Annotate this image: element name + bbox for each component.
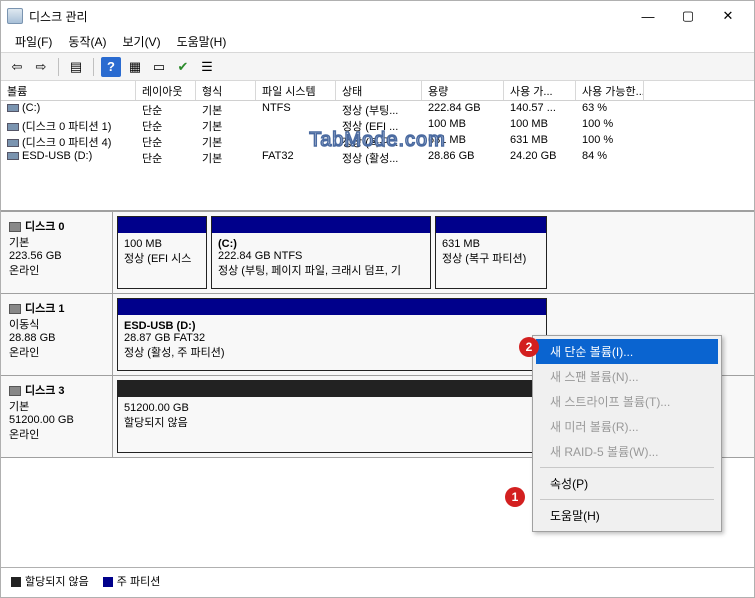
table-view-icon[interactable]: ▦ xyxy=(125,57,145,77)
partition[interactable]: 51200.00 GB할당되지 않음 xyxy=(117,380,547,453)
back-button[interactable]: ⇦ xyxy=(7,57,27,77)
volume-list: 볼륨 레이아웃 형식 파일 시스템 상태 용량 사용 가... 사용 가능한..… xyxy=(1,81,754,211)
context-menu-item: 새 스팬 볼륨(N)... xyxy=(536,364,718,389)
context-menu-item[interactable]: 새 단순 볼륨(I)... xyxy=(536,339,718,364)
title-bar: 디스크 관리 — ▢ ✕ xyxy=(1,1,754,31)
help-icon[interactable]: ? xyxy=(101,57,121,77)
column-headers: 볼륨 레이아웃 형식 파일 시스템 상태 용량 사용 가... 사용 가능한..… xyxy=(1,81,754,101)
legend-primary: 주 파티션 xyxy=(103,573,161,589)
partition[interactable]: 100 MB정상 (EFI 시스 xyxy=(117,216,207,289)
menu-bar: 파일(F) 동작(A) 보기(V) 도움말(H) xyxy=(1,31,754,53)
app-icon xyxy=(7,8,23,24)
toolbar: ⇦ ⇨ ▤ ? ▦ ▭ ✔ ☰ xyxy=(1,53,754,81)
volume-row[interactable]: (C:)단순기본NTFS정상 (부팅...222.84 GB140.57 ...… xyxy=(1,101,754,117)
partition[interactable]: ESD-USB (D:)28.87 GB FAT32정상 (활성, 주 파티션) xyxy=(117,298,547,371)
col-layout[interactable]: 레이아웃 xyxy=(136,81,196,100)
partition[interactable]: 631 MB정상 (복구 파티션) xyxy=(435,216,547,289)
disk-info: 디스크 0기본223.56 GB온라인 xyxy=(1,212,113,293)
badge-1: 1 xyxy=(505,487,525,507)
col-capacity[interactable]: 용량 xyxy=(422,81,504,100)
maximize-button[interactable]: ▢ xyxy=(668,3,708,29)
col-status[interactable]: 상태 xyxy=(336,81,422,100)
split-icon[interactable]: ▤ xyxy=(66,57,86,77)
context-menu-item: 새 RAID-5 볼륨(W)... xyxy=(536,439,718,464)
disk-info: 디스크 1이동식28.88 GB온라인 xyxy=(1,294,113,375)
minimize-button[interactable]: — xyxy=(628,3,668,29)
legend-unalloc: 할당되지 않음 xyxy=(11,573,89,589)
disk-info: 디스크 3기본51200.00 GB온라인 xyxy=(1,376,113,457)
context-menu-item: 새 미러 볼륨(R)... xyxy=(536,414,718,439)
separator xyxy=(58,58,59,76)
volume-row[interactable]: ESD-USB (D:)단순기본FAT32정상 (활성...28.86 GB24… xyxy=(1,149,754,165)
list-icon[interactable]: ☰ xyxy=(197,57,217,77)
col-fs[interactable]: 파일 시스템 xyxy=(256,81,336,100)
menu-action[interactable]: 동작(A) xyxy=(60,31,114,52)
legend: 할당되지 않음 주 파티션 xyxy=(1,567,754,593)
col-type[interactable]: 형식 xyxy=(196,81,256,100)
context-menu-item: 새 스트라이프 볼륨(T)... xyxy=(536,389,718,414)
badge-2: 2 xyxy=(519,337,539,357)
menu-help[interactable]: 도움말(H) xyxy=(169,31,235,52)
volume-row[interactable]: (디스크 0 파티션 4)단순기본정상 (복구...631 MB631 MB10… xyxy=(1,133,754,149)
context-menu-item[interactable]: 도움말(H) xyxy=(536,503,718,528)
col-avail[interactable]: 사용 가... xyxy=(504,81,576,100)
window-title: 디스크 관리 xyxy=(29,8,628,25)
disk-row: 디스크 0기본223.56 GB온라인100 MB정상 (EFI 시스(C:)2… xyxy=(1,212,754,294)
context-menu-item[interactable]: 속성(P) xyxy=(536,471,718,496)
separator xyxy=(93,58,94,76)
col-percent[interactable]: 사용 가능한... xyxy=(576,81,644,100)
forward-button[interactable]: ⇨ xyxy=(31,57,51,77)
menu-view[interactable]: 보기(V) xyxy=(114,31,168,52)
menu-file[interactable]: 파일(F) xyxy=(7,31,60,52)
partition[interactable]: (C:)222.84 GB NTFS정상 (부팅, 페이지 파일, 크래시 덤프… xyxy=(211,216,431,289)
context-menu: 새 단순 볼륨(I)...새 스팬 볼륨(N)...새 스트라이프 볼륨(T).… xyxy=(532,335,722,532)
col-volume[interactable]: 볼륨 xyxy=(1,81,136,100)
close-button[interactable]: ✕ xyxy=(708,3,748,29)
check-icon[interactable]: ✔ xyxy=(173,57,193,77)
disk-icon[interactable]: ▭ xyxy=(149,57,169,77)
volume-row[interactable]: (디스크 0 파티션 1)단순기본정상 (EFI ...100 MB100 MB… xyxy=(1,117,754,133)
